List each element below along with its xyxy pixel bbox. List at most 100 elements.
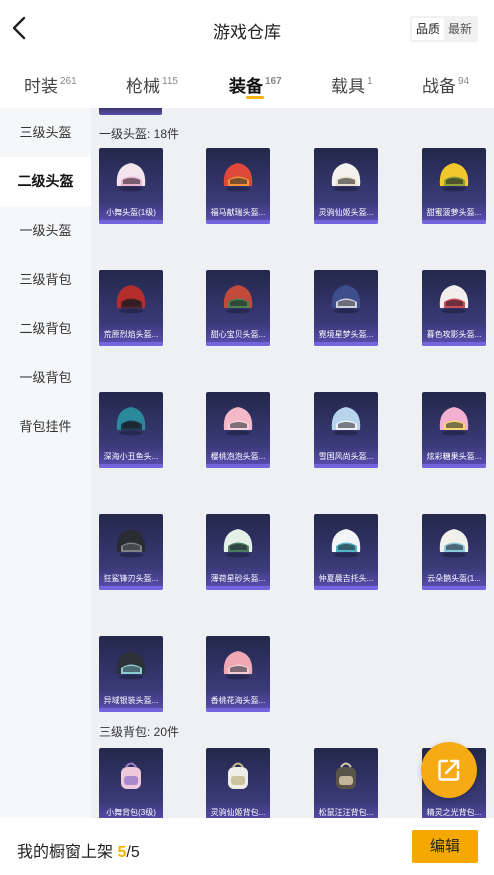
tab-supplies[interactable]: 战备 94 <box>422 72 469 97</box>
helmet-icon <box>331 163 361 192</box>
share-button[interactable] <box>421 742 477 798</box>
item-name: 仲夏晨吉托头... <box>318 574 374 583</box>
item-name: 甜蜜菠萝头盔... <box>426 208 482 217</box>
helmet-icon <box>116 163 146 192</box>
item-card[interactable]: 荒原烈焰头盔... <box>99 270 163 346</box>
tab-count: 115 <box>162 76 178 87</box>
helmet-icon <box>223 285 253 314</box>
helmet-icon <box>439 407 469 436</box>
previous-item-card-edge <box>99 108 162 115</box>
sort-quality-button[interactable]: 品质 <box>411 18 444 40</box>
tab-count: 1 <box>367 76 373 87</box>
tab-label: 战备 <box>422 77 456 96</box>
bottom-bar: 我的橱窗上架 5/5 编辑 <box>0 818 494 875</box>
backpack-icon <box>121 762 141 789</box>
item-name: 松鼠汪汪背包... <box>318 808 374 817</box>
sidebar-item-backpack-lv2[interactable]: 二级背包 <box>0 304 91 353</box>
tab-fashion[interactable]: 时装 261 <box>24 72 77 97</box>
header: 游戏仓库 品质 最新 <box>0 0 494 58</box>
item-card[interactable]: 甜心宝贝头盔... <box>206 270 270 346</box>
item-name: 灵驹仙姬背包... <box>210 808 266 817</box>
item-card[interactable]: 樱桃泡泡头盔... <box>206 392 270 468</box>
item-name: 异域银装头盔... <box>103 696 159 705</box>
sort-latest-button[interactable]: 最新 <box>444 18 476 40</box>
tab-equipment[interactable]: 装备 167 <box>229 72 282 97</box>
sidebar: 三级头盔 二级头盔 一级头盔 三级背包 二级背包 一级背包 背包挂件 <box>0 108 91 818</box>
item-name: 福马献瑞头盔... <box>210 208 266 217</box>
item-name: 樱桃泡泡头盔... <box>210 452 266 461</box>
tab-label: 装备 <box>229 77 263 96</box>
section-title: 一级头盔: 18件 <box>99 127 180 141</box>
item-card[interactable]: 薄荷星砂头盔... <box>206 514 270 590</box>
helmet-icon <box>331 285 361 314</box>
backpack-icon <box>228 762 248 789</box>
tab-count: 94 <box>458 76 470 87</box>
helmet-icon <box>223 163 253 192</box>
item-card[interactable]: 小舞头盔(1级) <box>99 148 163 224</box>
helmet-icon <box>116 651 146 680</box>
helmet-icon <box>439 529 469 558</box>
item-card[interactable]: 小舞背包(3级) <box>99 748 163 818</box>
item-card[interactable]: 暮色攻影头盔... <box>422 270 486 346</box>
item-name: 灵驹仙姬头盔... <box>318 208 374 217</box>
item-card[interactable]: 甜蜜菠萝头盔... <box>422 148 486 224</box>
item-name: 暮色攻影头盔... <box>426 330 482 339</box>
sidebar-item-backpack-charm[interactable]: 背包挂件 <box>0 402 91 451</box>
item-card[interactable]: 深海小丑鱼头... <box>99 392 163 468</box>
sidebar-item-backpack-lv3[interactable]: 三级背包 <box>0 255 91 304</box>
item-name: 小舞头盔(1级) <box>106 208 156 217</box>
helmet-icon <box>439 285 469 314</box>
tab-count: 167 <box>265 76 282 87</box>
item-name: 薄荷星砂头盔... <box>210 574 266 583</box>
item-card[interactable]: 霓境星梦头盔... <box>314 270 378 346</box>
item-name: 小舞背包(3级) <box>106 808 156 817</box>
item-card[interactable]: 福马献瑞头盔... <box>206 148 270 224</box>
active-tab-indicator <box>246 96 264 99</box>
showcase-status: 我的橱窗上架 5/5 <box>17 838 140 862</box>
sidebar-item-helmet-lv2[interactable]: 二级头盔 <box>0 157 91 206</box>
backpack-icon <box>336 762 356 789</box>
item-name: 精灵之光背包... <box>426 808 482 817</box>
item-card[interactable]: 仲夏晨吉托头... <box>314 514 378 590</box>
item-card[interactable]: 异域银装头盔... <box>99 636 163 712</box>
item-card[interactable]: 云朵鹅头盔(1... <box>422 514 486 590</box>
sidebar-item-helmet-lv1[interactable]: 一级头盔 <box>0 206 91 255</box>
helmet-icon <box>331 407 361 436</box>
helmet-icon <box>223 529 253 558</box>
tab-vehicles[interactable]: 载具 1 <box>331 72 373 97</box>
item-card[interactable]: 狂鲨锋刃头盔... <box>99 514 163 590</box>
item-name: 甜心宝贝头盔... <box>210 330 266 339</box>
tab-firearms[interactable]: 枪械 115 <box>126 72 178 97</box>
helmet-icon <box>116 285 146 314</box>
tab-label: 枪械 <box>126 77 160 96</box>
item-grid: 一级头盔: 18件 三级背包: 20件 小舞头盔(1级) 福马献瑞头盔... 灵驹仙… <box>91 108 494 818</box>
item-card[interactable]: 灵驹仙姬背包... <box>206 748 270 818</box>
helmet-icon <box>223 651 253 680</box>
showcase-label: 我的橱窗上架 <box>17 844 114 861</box>
showcase-total: /5 <box>126 844 140 861</box>
item-card[interactable]: 香桃花海头盔... <box>206 636 270 712</box>
tab-count: 261 <box>60 76 77 87</box>
section-title: 三级背包: 20件 <box>99 725 180 739</box>
helmet-icon <box>439 163 469 192</box>
item-name: 荒原烈焰头盔... <box>103 330 159 339</box>
category-tabs: 时装 261 枪械 115 装备 167 载具 1 战备 94 <box>0 58 494 108</box>
share-icon <box>438 759 460 781</box>
sort-toggle: 品质 最新 <box>409 16 478 42</box>
tab-label: 载具 <box>331 77 365 96</box>
item-card[interactable]: 炫彩糖果头盔... <box>422 392 486 468</box>
sidebar-item-backpack-lv1[interactable]: 一级背包 <box>0 353 91 402</box>
item-card[interactable]: 雪国风尚头盔... <box>314 392 378 468</box>
edit-button[interactable]: 编辑 <box>412 830 478 863</box>
item-name: 霓境星梦头盔... <box>318 330 374 339</box>
sidebar-item-helmet-lv3[interactable]: 三级头盔 <box>0 108 91 157</box>
item-name: 云朵鹅头盔(1... <box>427 574 481 583</box>
helmet-icon <box>223 407 253 436</box>
tab-label: 时装 <box>24 77 58 96</box>
helmet-icon <box>331 529 361 558</box>
item-card[interactable]: 松鼠汪汪背包... <box>314 748 378 818</box>
item-name: 炫彩糖果头盔... <box>426 452 482 461</box>
item-name: 香桃花海头盔... <box>210 696 266 705</box>
item-card[interactable]: 灵驹仙姬头盔... <box>314 148 378 224</box>
item-name: 狂鲨锋刃头盔... <box>103 574 159 583</box>
